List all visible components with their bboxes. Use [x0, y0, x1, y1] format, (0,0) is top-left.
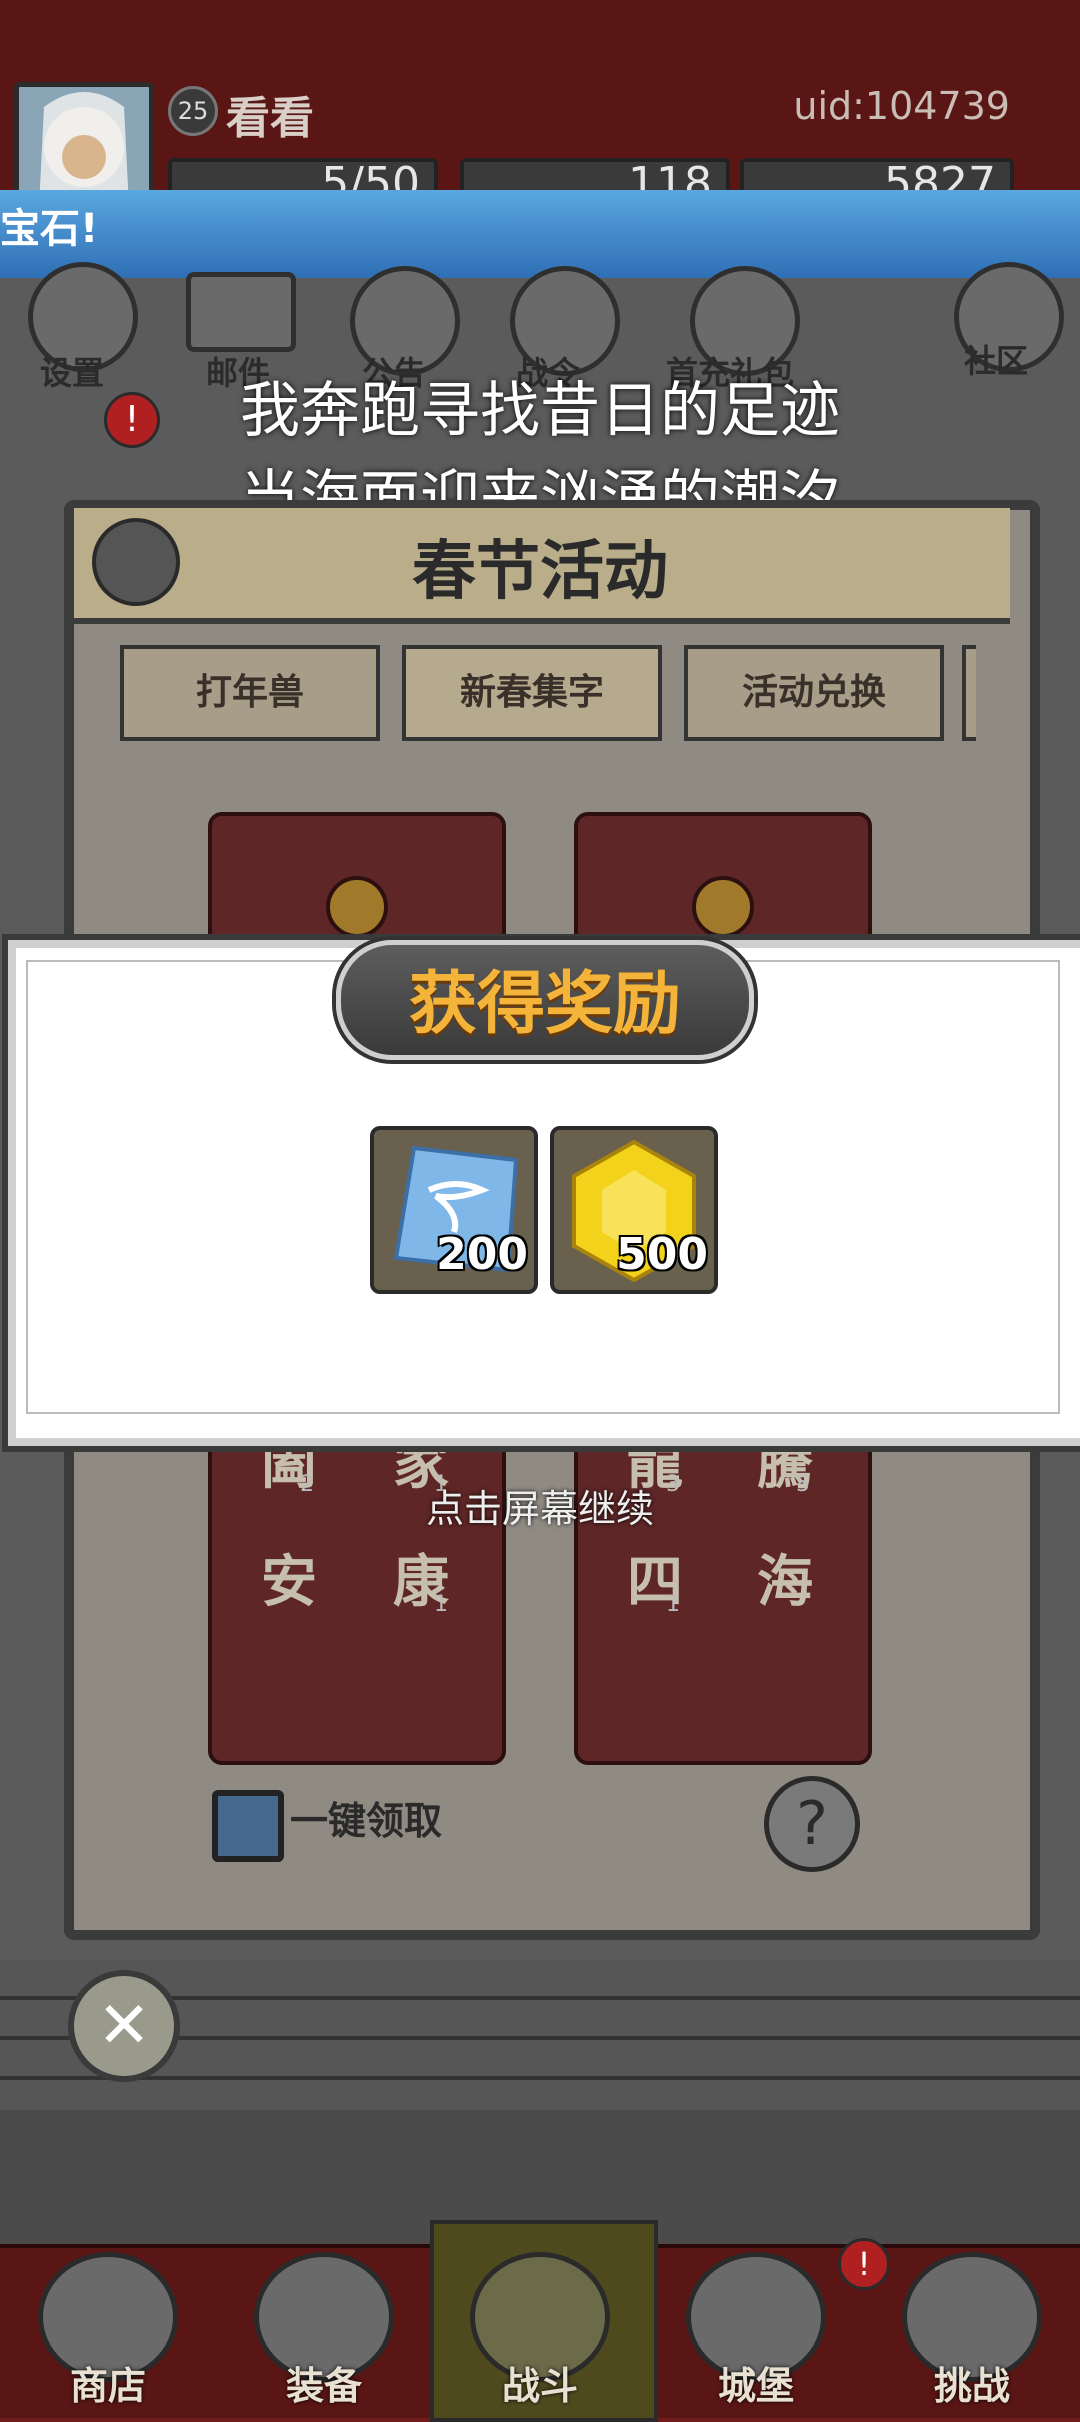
nav-castle-label: 城堡 — [717, 2364, 794, 2408]
reward-item-gold[interactable]: 500 — [550, 1126, 718, 1294]
player-uid: uid:104739 — [793, 84, 1010, 128]
nav-shop-label: 商店 — [69, 2364, 146, 2408]
lyric-line-1: 我奔跑寻找昔日的足迹 — [240, 376, 840, 446]
one-key-claim-checkbox[interactable] — [212, 1790, 284, 1862]
tab-collect-characters[interactable]: 新春集字 — [402, 645, 662, 741]
char-count: 1 — [434, 1592, 448, 1617]
reward-qty: 200 — [436, 1229, 528, 1280]
nav-equipment[interactable]: 装备 — [234, 2244, 414, 2414]
reward-title: 获得奖励 — [408, 964, 681, 1044]
tap-to-continue[interactable]: 点击屏幕继续 — [0, 1478, 1080, 1533]
char-tile[interactable]: 海 — [726, 1530, 844, 1634]
notification-banner — [0, 190, 1080, 278]
nav-equipment-label: 装备 — [285, 2364, 362, 2408]
close-icon[interactable]: ✕ — [68, 1970, 180, 2082]
tab-beat-nian-beast[interactable]: 打年兽 — [120, 645, 380, 741]
char-count: 1 — [666, 1592, 680, 1617]
mail-icon[interactable] — [186, 272, 296, 352]
help-question-icon[interactable]: ? — [764, 1776, 860, 1872]
one-key-claim-label: 一键领取 — [290, 1799, 443, 1843]
coin-icon — [326, 876, 388, 938]
tab-exchange[interactable]: 活动兑换 — [684, 645, 944, 741]
nav-battle-label: 战斗 — [501, 2364, 578, 2408]
reward-qty: 500 — [616, 1229, 708, 1280]
nav-battle[interactable]: 战斗 — [450, 2244, 630, 2414]
avatar-icon — [39, 92, 129, 207]
nav-challenge[interactable]: 挑战 — [882, 2244, 1062, 2414]
tab-overflow[interactable] — [962, 645, 976, 741]
coin-icon — [692, 876, 754, 938]
char-tile[interactable]: 康 — [362, 1530, 480, 1634]
reward-item-gem[interactable]: 200 — [370, 1126, 538, 1294]
nav-shop[interactable]: 商店 — [18, 2244, 198, 2414]
nav-challenge-label: 挑战 — [933, 2364, 1010, 2408]
char-tile[interactable]: 安 — [230, 1530, 348, 1634]
nav-castle[interactable]: 城堡 — [666, 2244, 846, 2414]
char-tile[interactable]: 四 — [596, 1530, 714, 1634]
player-level-badge: 25 — [168, 86, 218, 136]
notification-text: 宝石! — [0, 206, 99, 252]
player-name: 看看 — [226, 93, 314, 144]
panel-title: 春节活动 — [412, 535, 668, 609]
